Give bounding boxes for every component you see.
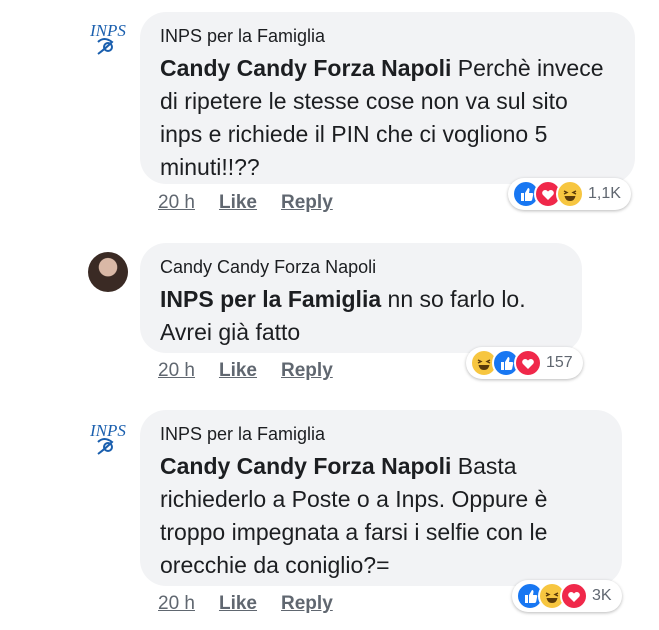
reactions-summary[interactable]: 157 [466,347,583,379]
reaction-count: 1,1K [588,185,621,202]
comment-actions: 20 h Like Reply [158,593,357,615]
comment-actions: 20 h Like Reply [158,192,357,214]
comment-actions: 20 h Like Reply [158,360,357,382]
inps-logo-avatar[interactable]: INPS [88,418,128,458]
comment-text: Candy Candy Forza Napoli Basta richieder… [160,450,600,582]
svg-text:INPS: INPS [89,21,126,40]
mention-link[interactable]: Candy Candy Forza Napoli [160,55,451,81]
love-reaction-icon [560,582,588,610]
svg-text:INPS: INPS [89,421,126,440]
timestamp-link[interactable]: 20 h [158,192,195,213]
like-button[interactable]: Like [219,360,257,381]
reactions-summary[interactable]: 1,1K [508,178,631,210]
comment-text: Candy Candy Forza Napoli Perchè invece d… [160,52,613,184]
reply-button[interactable]: Reply [281,192,333,213]
user-avatar[interactable] [88,252,128,292]
comment-author[interactable]: INPS per la Famiglia [160,422,600,446]
comment-bubble: INPS per la Famiglia Candy Candy Forza N… [140,410,622,586]
comment-bubble: Candy Candy Forza Napoli INPS per la Fam… [140,243,582,353]
reaction-count: 3K [592,587,612,604]
comment-author[interactable]: Candy Candy Forza Napoli [160,255,560,279]
reply-button[interactable]: Reply [281,360,333,381]
reply-button[interactable]: Reply [281,593,333,614]
reaction-count: 157 [546,354,573,371]
love-reaction-icon [514,349,542,377]
like-button[interactable]: Like [219,192,257,213]
comment-text: INPS per la Famiglia nn so farlo lo. Avr… [160,283,560,349]
comment-author[interactable]: INPS per la Famiglia [160,24,613,48]
haha-reaction-icon [556,180,584,208]
like-button[interactable]: Like [219,593,257,614]
timestamp-link[interactable]: 20 h [158,593,195,614]
reactions-summary[interactable]: 3K [512,580,622,612]
mention-link[interactable]: INPS per la Famiglia [160,286,381,312]
inps-logo-avatar[interactable]: INPS [88,18,128,58]
mention-link[interactable]: Candy Candy Forza Napoli [160,453,451,479]
timestamp-link[interactable]: 20 h [158,360,195,381]
comment-bubble: INPS per la Famiglia Candy Candy Forza N… [140,12,635,184]
